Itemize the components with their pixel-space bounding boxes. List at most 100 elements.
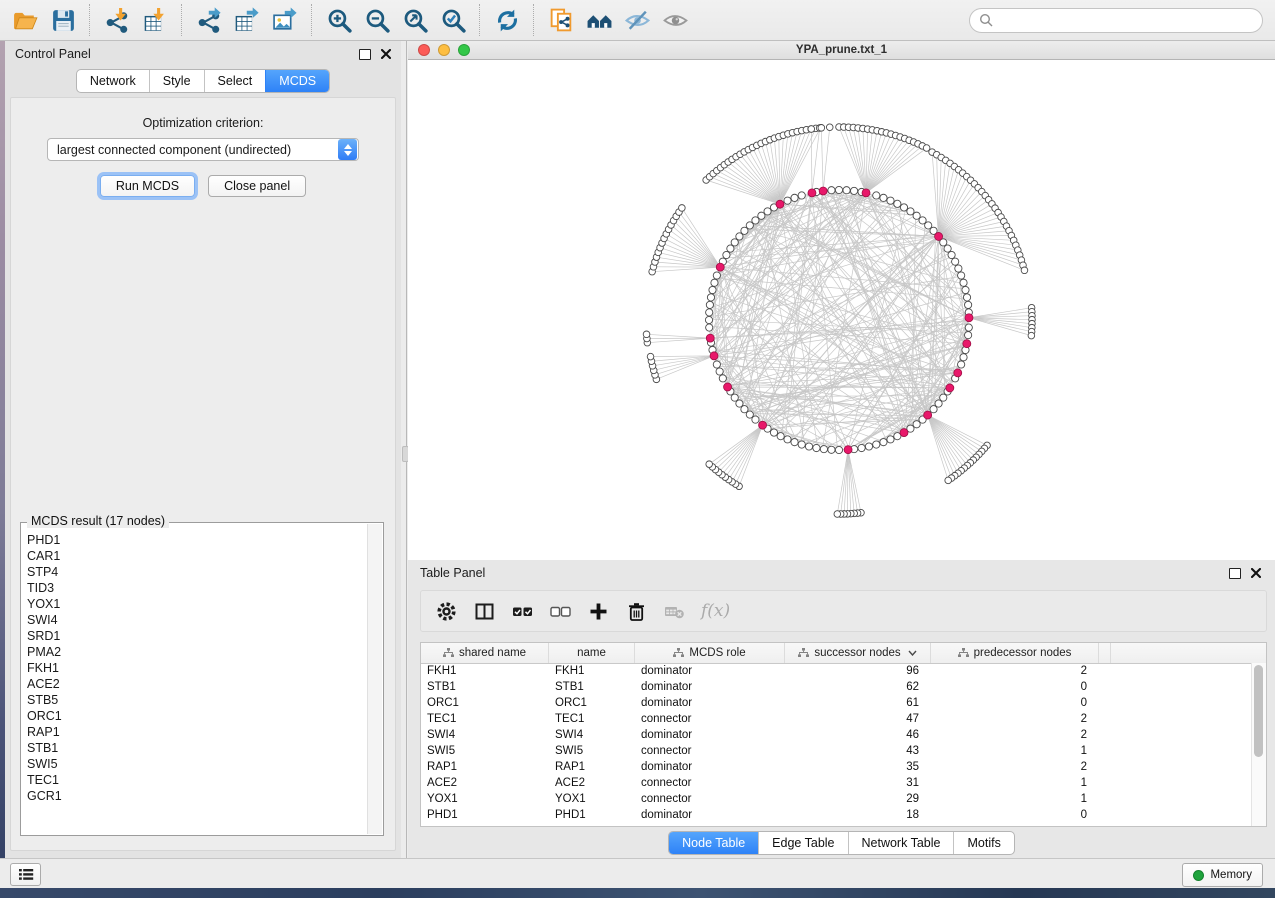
close-panel-icon[interactable]: [381, 49, 391, 59]
close-table-panel-icon[interactable]: [1251, 568, 1261, 578]
tab-edge-table[interactable]: Edge Table: [758, 832, 847, 854]
table-row[interactable]: YOX1YOX1connector291: [421, 791, 1252, 807]
panel-splitter[interactable]: [401, 41, 408, 858]
cell-predecessor-nodes: 1: [931, 777, 1099, 789]
cell-predecessor-nodes: 2: [931, 665, 1099, 677]
task-history-button[interactable]: [10, 863, 41, 886]
table-row[interactable]: STB1STB1dominator620: [421, 679, 1252, 695]
tab-mcds[interactable]: MCDS: [265, 70, 329, 92]
first-neighbors-button[interactable]: [580, 3, 618, 37]
hide-selected-button[interactable]: [618, 3, 656, 37]
open-file-icon: [12, 7, 39, 34]
result-node-item[interactable]: FKH1: [27, 660, 368, 676]
tab-network-table[interactable]: Network Table: [848, 832, 954, 854]
new-network-from-selection-button[interactable]: [542, 3, 580, 37]
result-node-item[interactable]: CAR1: [27, 548, 368, 564]
export-network-icon: [196, 7, 223, 34]
cell-name: YOX1: [549, 793, 635, 805]
table-row[interactable]: RAP1RAP1dominator352: [421, 759, 1252, 775]
result-node-item[interactable]: GCR1: [27, 788, 368, 804]
import-table-button[interactable]: [136, 3, 174, 37]
zoom-out-button[interactable]: [358, 3, 396, 37]
toolbar-separator: [533, 4, 535, 36]
run-mcds-button[interactable]: Run MCDS: [100, 175, 195, 197]
search-icon: [979, 13, 993, 27]
table-row[interactable]: PHD1PHD1dominator180: [421, 807, 1252, 823]
column-label: successor nodes: [814, 647, 900, 659]
table-settings-button[interactable]: [429, 595, 463, 627]
show-all-button[interactable]: [656, 3, 694, 37]
column-label: shared name: [459, 647, 526, 659]
result-node-item[interactable]: SWI5: [27, 756, 368, 772]
save-session-icon: [50, 7, 77, 34]
tab-style[interactable]: Style: [149, 70, 204, 92]
result-node-item[interactable]: ORC1: [27, 708, 368, 724]
deselect-all-checkboxes-button[interactable]: [543, 595, 577, 627]
result-node-item[interactable]: SRD1: [27, 628, 368, 644]
export-table-button[interactable]: [228, 3, 266, 37]
cell-MCDS-role: dominator: [635, 697, 785, 709]
zoom-fit-button[interactable]: [396, 3, 434, 37]
node-table-scrollbar[interactable]: [1251, 663, 1266, 826]
column-header-shared-name[interactable]: shared name: [421, 643, 549, 663]
import-network-button[interactable]: [98, 3, 136, 37]
open-file-button[interactable]: [6, 3, 44, 37]
result-node-item[interactable]: PHD1: [27, 532, 368, 548]
cell-name: SWI4: [549, 729, 635, 741]
add-column-button[interactable]: [581, 595, 615, 627]
close-panel-button[interactable]: Close panel: [208, 175, 306, 197]
result-node-item[interactable]: PMA2: [27, 644, 368, 660]
network-window-titlebar[interactable]: YPA_prune.txt_1: [408, 41, 1275, 60]
tab-node-table[interactable]: Node Table: [669, 832, 758, 854]
search-input[interactable]: [999, 12, 1253, 28]
toolbar-separator: [181, 4, 183, 36]
result-node-item[interactable]: RAP1: [27, 724, 368, 740]
table-row[interactable]: FKH1FKH1dominator962: [421, 663, 1252, 679]
float-table-panel-icon[interactable]: [1229, 568, 1241, 579]
column-header-predecessor-nodes[interactable]: predecessor nodes: [931, 643, 1099, 663]
column-header-name[interactable]: name: [549, 643, 635, 663]
mcds-result-list[interactable]: PHD1CAR1STP4TID3YOX1SWI4SRD1PMA2FKH1ACE2…: [22, 532, 368, 834]
table-row[interactable]: ORC1ORC1dominator610: [421, 695, 1252, 711]
cell-successor-nodes: 62: [785, 681, 931, 693]
result-node-item[interactable]: TEC1: [27, 772, 368, 788]
tab-network[interactable]: Network: [77, 70, 149, 92]
column-header-MCDS-role[interactable]: MCDS role: [635, 643, 785, 663]
table-row[interactable]: SWI4SWI4dominator462: [421, 727, 1252, 743]
mcds-result-scrollbar[interactable]: [367, 524, 382, 834]
delete-column-button[interactable]: [619, 595, 653, 627]
split-panel-button[interactable]: [467, 595, 501, 627]
scrollbar-thumb[interactable]: [1254, 665, 1263, 757]
export-network-button[interactable]: [190, 3, 228, 37]
result-node-item[interactable]: STB5: [27, 692, 368, 708]
cell-successor-nodes: 43: [785, 745, 931, 757]
function-builder-button: f(x): [695, 595, 736, 627]
search-box[interactable]: [969, 8, 1263, 33]
tab-select[interactable]: Select: [204, 70, 266, 92]
table-row[interactable]: ACE2ACE2connector311: [421, 775, 1252, 791]
apply-layout-button[interactable]: [488, 3, 526, 37]
result-node-item[interactable]: STB1: [27, 740, 368, 756]
control-panel-title: Control Panel: [15, 47, 91, 61]
zoom-in-button[interactable]: [320, 3, 358, 37]
result-node-item[interactable]: STP4: [27, 564, 368, 580]
table-row[interactable]: TEC1TEC1connector472: [421, 711, 1252, 727]
memory-button[interactable]: Memory: [1182, 863, 1263, 887]
optimization-criterion-select[interactable]: largest connected component (undirected): [47, 138, 359, 161]
export-image-button[interactable]: [266, 3, 304, 37]
select-all-checkboxes-button[interactable]: [505, 595, 539, 627]
save-session-button[interactable]: [44, 3, 82, 37]
result-node-item[interactable]: ACE2: [27, 676, 368, 692]
float-panel-icon[interactable]: [359, 49, 371, 60]
result-node-item[interactable]: TID3: [27, 580, 368, 596]
cell-name: TEC1: [549, 713, 635, 725]
column-header-successor-nodes[interactable]: successor nodes: [785, 643, 931, 663]
network-canvas[interactable]: [408, 60, 1275, 560]
node-table: shared name nameMCDS role successor nodes p…: [420, 642, 1267, 827]
zoom-selected-button[interactable]: [434, 3, 472, 37]
table-row[interactable]: SWI5SWI5connector431: [421, 743, 1252, 759]
result-node-item[interactable]: SWI4: [27, 612, 368, 628]
result-node-item[interactable]: YOX1: [27, 596, 368, 612]
hide-selected-icon: [624, 7, 651, 34]
tab-motifs[interactable]: Motifs: [953, 832, 1013, 854]
